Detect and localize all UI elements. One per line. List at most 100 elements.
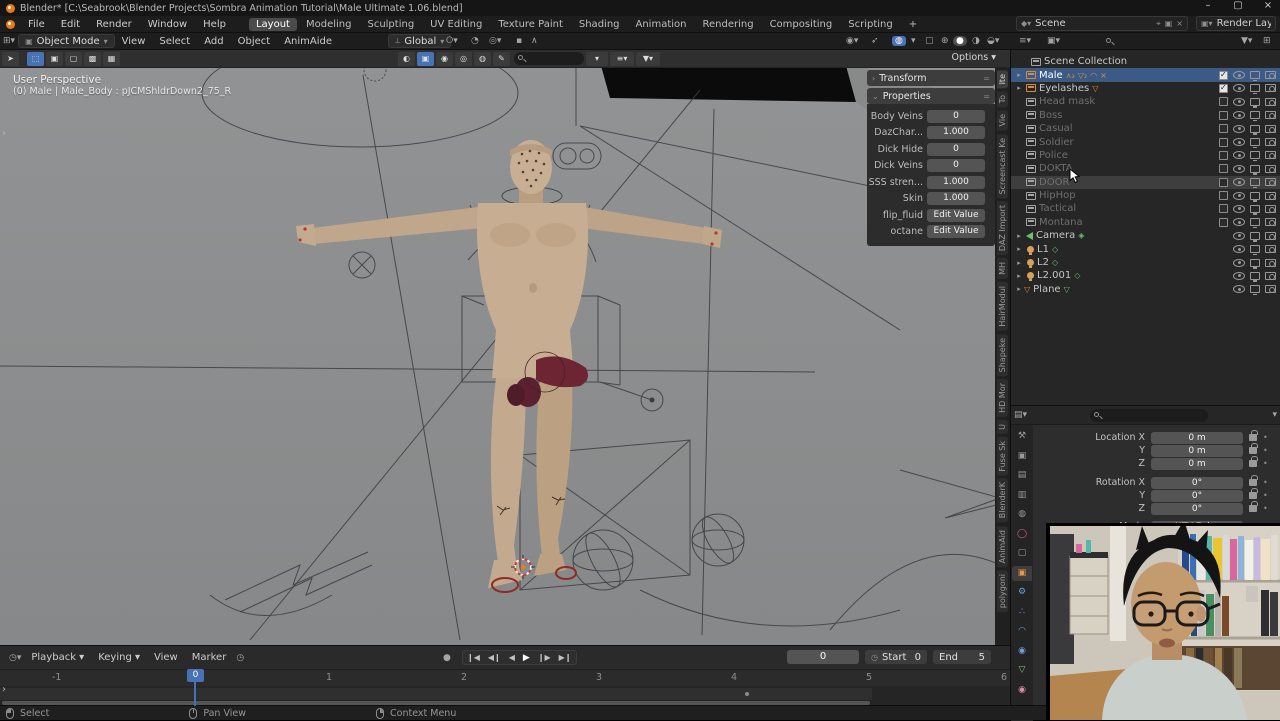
hide-eye-icon[interactable] (1233, 138, 1245, 146)
mode-dropdown[interactable]: ▣Object Mode▾ (18, 34, 115, 48)
location-y-field[interactable]: 0 m (1151, 445, 1243, 457)
menu-view[interactable]: View (115, 36, 153, 47)
outliner-row-plane[interactable]: ▸▽Plane▽ (1011, 283, 1280, 296)
disable-viewport-icon[interactable] (1250, 151, 1260, 159)
disable-viewport-icon[interactable] (1250, 259, 1260, 267)
hide-eye-icon[interactable] (1233, 98, 1245, 106)
outliner-filter-type-icon[interactable]: ▣▾ (1044, 36, 1063, 46)
properties-options-icon[interactable]: ▾ (1269, 410, 1280, 420)
select-lasso-tool-icon[interactable]: ▢ (65, 52, 82, 66)
frame-start-field[interactable]: ◷Start0 (865, 650, 927, 664)
tab-world-icon[interactable]: ◯ (1012, 527, 1032, 542)
exclude-checkbox[interactable] (1219, 164, 1228, 173)
disable-viewport-icon[interactable] (1250, 138, 1260, 146)
hide-eye-icon[interactable] (1233, 272, 1245, 280)
tab-constraints-icon[interactable]: ◉ (1012, 644, 1032, 659)
hide-grid-icon[interactable]: ◐ (398, 52, 415, 66)
tab-hd-morph[interactable]: HD Mor (997, 379, 1008, 417)
tab-object-icon[interactable]: ▣ (1012, 566, 1032, 581)
outliner-row-casual[interactable]: Casual (1011, 122, 1280, 135)
animate-dot[interactable]: • (1263, 478, 1268, 487)
octane-button[interactable]: Edit Value (927, 225, 985, 238)
menu-view[interactable]: View (147, 652, 185, 663)
timeline-expand-arrow[interactable]: › (2, 684, 6, 695)
frame-end-field[interactable]: End5 (933, 650, 991, 664)
disable-viewport-icon[interactable] (1250, 125, 1260, 133)
jump-to-end-button[interactable]: ▶❙ (555, 653, 576, 662)
clock-icon[interactable]: ◷ (233, 653, 247, 663)
exclude-checkbox[interactable] (1219, 124, 1228, 133)
expand-arrow[interactable]: ▸ (1014, 259, 1024, 267)
disable-render-icon[interactable] (1265, 285, 1276, 293)
hide-eye-icon[interactable] (1233, 285, 1245, 293)
menu-file[interactable]: File (20, 19, 53, 30)
outliner-row-male[interactable]: ▸ Male ⋏₃▽₂◠× (1011, 68, 1280, 81)
disable-render-icon[interactable] (1265, 84, 1276, 92)
autokey-record-icon[interactable]: ● (440, 653, 454, 663)
outliner-search-input[interactable] (1102, 35, 1224, 48)
show-light-icon[interactable]: ◍ (474, 52, 491, 66)
disable-render-icon[interactable] (1265, 218, 1276, 226)
overlays-icon[interactable]: ➶ (868, 36, 882, 46)
exclude-checkbox[interactable] (1219, 111, 1228, 120)
move-tool-icon[interactable]: ▦ (103, 52, 120, 66)
hide-eye-icon[interactable] (1233, 125, 1245, 133)
tab-fuse-sk[interactable]: Fuse Sk (997, 437, 1008, 476)
outliner-row-l1[interactable]: ▸L1◇ (1011, 242, 1280, 255)
tab-scripting[interactable]: Scripting (841, 18, 899, 31)
lock-icon[interactable] (1249, 492, 1257, 499)
exclude-checkbox[interactable] (1219, 71, 1228, 80)
expand-arrow[interactable]: ▸ (1014, 245, 1024, 253)
menu-playback[interactable]: Playback ▾ (24, 652, 91, 663)
disable-viewport-icon[interactable] (1250, 84, 1260, 92)
location-z-field[interactable]: 0 m (1151, 458, 1243, 470)
timeline-ruler[interactable]: -1 1 2 3 4 5 6 (0, 669, 1010, 686)
disable-render-icon[interactable] (1265, 151, 1276, 159)
orientation-dropdown[interactable]: ⟂Global▾ (388, 34, 451, 48)
show-gizmo-icon[interactable]: ◉▾ (843, 36, 861, 46)
dick-hide-field[interactable]: 0 (927, 143, 985, 156)
cursor-tool-icon[interactable]: ▩ (84, 52, 101, 66)
animate-dot[interactable]: • (1263, 446, 1268, 455)
render-layer-selector[interactable]: ▣▾ Render Layer (1196, 16, 1276, 31)
animate-dot[interactable]: • (1263, 459, 1268, 468)
shading-solid-icon[interactable]: ⊕ (938, 36, 952, 46)
jump-to-start-button[interactable]: ❙◀ (463, 653, 484, 662)
hide-eye-icon[interactable] (1233, 192, 1245, 200)
expand-arrow[interactable]: ▸ (1014, 232, 1024, 240)
outliner-row-door[interactable]: DOOR (1011, 176, 1280, 189)
menu-help[interactable]: Help (195, 19, 234, 30)
disable-render-icon[interactable] (1265, 245, 1276, 253)
disable-viewport-icon[interactable] (1250, 245, 1260, 253)
outliner-row-soldier[interactable]: Soldier (1011, 135, 1280, 148)
tab-view-layer-icon[interactable]: ▥ (1012, 488, 1032, 503)
viewport-search-input[interactable] (514, 52, 584, 65)
tab-sculpting[interactable]: Sculpting (360, 18, 421, 31)
outliner-row-eyelashes[interactable]: ▸ Eyelashes▽ (1011, 82, 1280, 95)
location-x-field[interactable]: 0 m (1151, 432, 1243, 444)
outliner-display-mode-icon[interactable]: ≡▾ (1016, 36, 1034, 46)
disable-render-icon[interactable] (1265, 111, 1276, 119)
disable-render-icon[interactable] (1265, 232, 1276, 240)
tab-screencast-keys[interactable]: Screencast Ke (997, 134, 1008, 198)
disable-viewport-icon[interactable] (1250, 285, 1260, 293)
tab-hairmodul[interactable]: HairModul (997, 282, 1008, 331)
tab-shading[interactable]: Shading (572, 18, 627, 31)
xray-toggle-icon[interactable]: ◍ (892, 36, 906, 46)
tweak-tool-icon[interactable]: ➤ (2, 52, 19, 66)
tab-view[interactable]: Vie (997, 110, 1008, 130)
collection-visibility-icon[interactable]: ≡▾ (610, 52, 634, 66)
lock-icon[interactable] (1249, 434, 1257, 441)
disable-render-icon[interactable] (1265, 272, 1276, 280)
play-reverse-button[interactable]: ◀ (505, 653, 519, 662)
outliner-row-police[interactable]: Police (1011, 149, 1280, 162)
tab-particles-icon[interactable]: ∴ (1012, 605, 1032, 620)
flip-fluid-button[interactable]: Edit Value (927, 209, 985, 222)
timeline-channel[interactable] (0, 686, 1010, 706)
body-veins-field[interactable]: 0 (927, 110, 985, 123)
properties-panel-header[interactable]: ⌄Properties= (867, 88, 995, 104)
expand-arrow[interactable]: ▸ (1014, 84, 1024, 92)
tab-material-icon[interactable]: ◉ (1012, 683, 1032, 698)
shading-rendered-icon[interactable]: ◒▾ (984, 36, 1002, 46)
close-button[interactable]: × (1260, 0, 1276, 11)
